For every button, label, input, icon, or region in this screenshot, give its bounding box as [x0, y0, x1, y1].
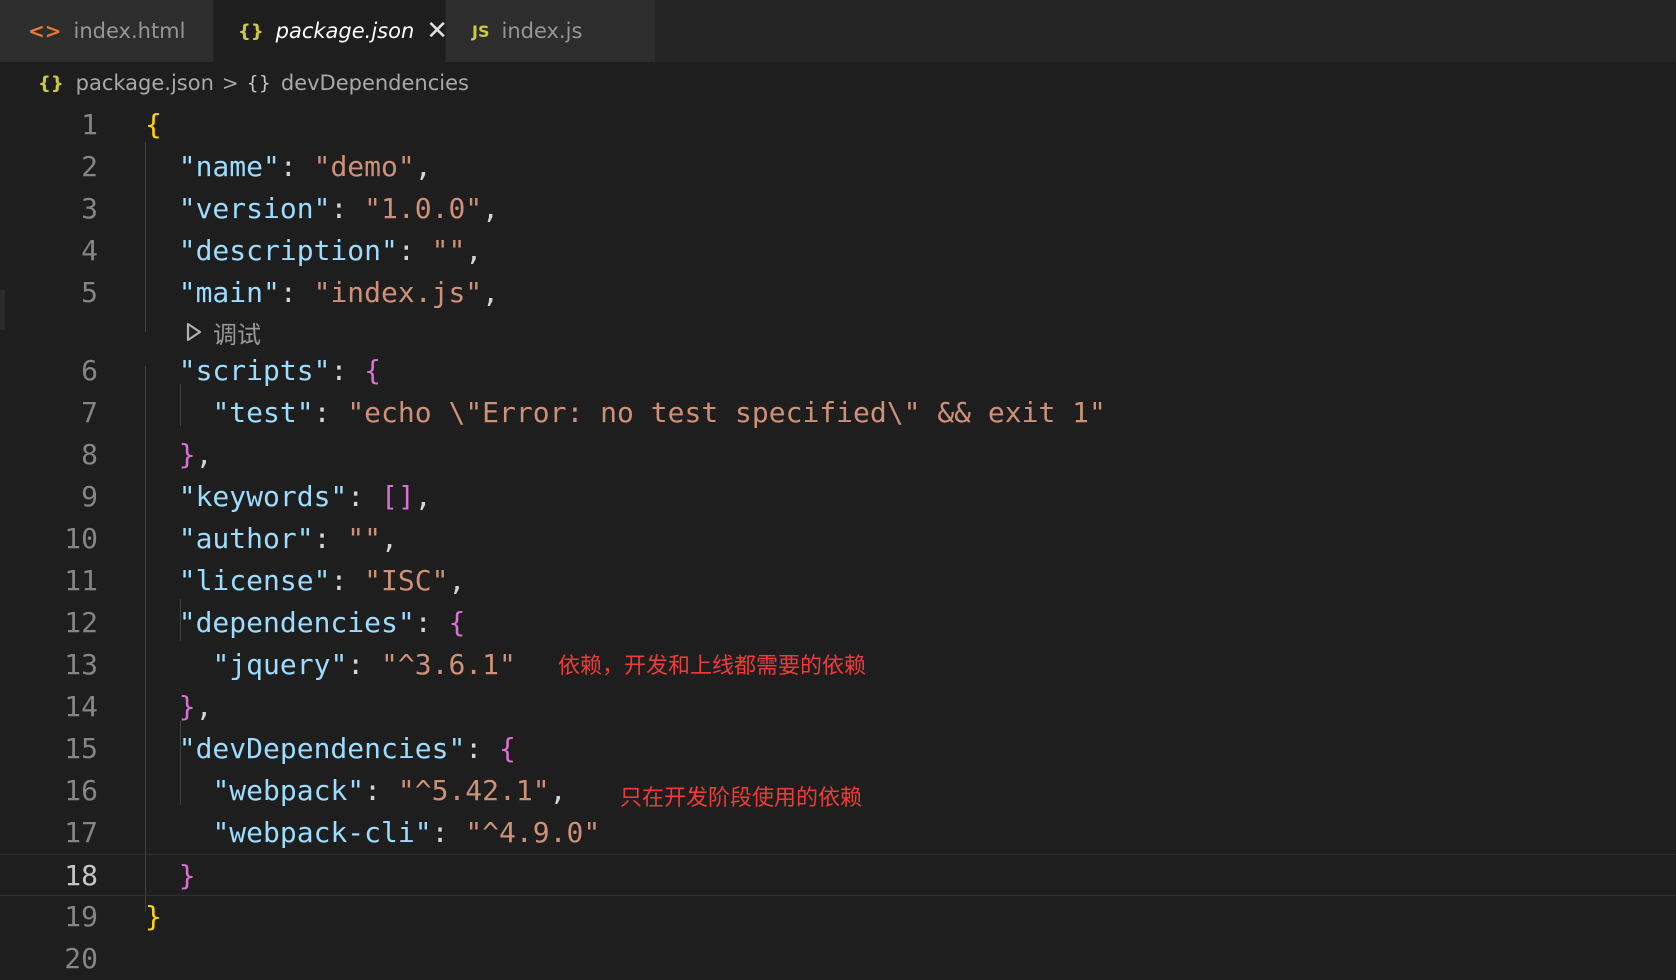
breadcrumb-symbol[interactable]: {} devDependencies	[247, 71, 469, 95]
line-number: 1	[81, 108, 98, 141]
code-line: 11 "license": "ISC",	[0, 560, 1676, 602]
chevron-right-icon: >	[221, 71, 239, 95]
code-line: 3 "version": "1.0.0",	[0, 188, 1676, 230]
line-number: 13	[64, 648, 98, 681]
code-line: 14 },	[0, 686, 1676, 728]
tab-index-js[interactable]: JS index.js	[446, 0, 656, 62]
line-number: 15	[64, 732, 98, 765]
tab-label: package.json	[275, 19, 415, 43]
code-text: "version": "1.0.0",	[178, 192, 500, 225]
tab-package-json[interactable]: {} package.json ✕	[214, 0, 448, 62]
code-text: "license": "ISC",	[178, 564, 466, 597]
line-number: 5	[81, 276, 98, 309]
line-number: 16	[64, 774, 98, 807]
code-line: 1 {	[0, 104, 1676, 146]
json-file-icon: {}	[38, 72, 64, 94]
line-number: 2	[81, 150, 98, 183]
line-number: 14	[64, 690, 98, 723]
line-number: 8	[81, 438, 98, 471]
object-symbol-icon: {}	[246, 72, 271, 94]
code-line: 17 "webpack-cli": "^4.9.0"	[0, 812, 1676, 854]
code-text: },	[178, 690, 213, 723]
code-text: "test": "echo \"Error: no test specified…	[212, 396, 1106, 429]
code-text: "author": "",	[178, 522, 398, 555]
tab-index-html[interactable]: <> index.html	[0, 0, 214, 62]
code-line: 20	[0, 938, 1676, 980]
tab-label: index.html	[73, 19, 186, 43]
codelens-label: 调试	[213, 320, 261, 349]
line-number: 6	[81, 354, 98, 387]
line-number: 17	[64, 816, 98, 849]
code-text: "jquery": "^3.6.1"	[212, 648, 516, 681]
code-line: 9 "keywords": [],	[0, 476, 1676, 518]
code-text: {	[145, 108, 162, 141]
line-number: 19	[64, 900, 98, 933]
code-text: "webpack": "^5.42.1",	[212, 774, 567, 807]
code-line-current: 18 }	[0, 854, 1676, 896]
code-text: "dependencies": {	[178, 606, 466, 639]
debug-codelens[interactable]: 调试	[185, 314, 261, 350]
line-number: 9	[81, 480, 98, 513]
close-icon[interactable]: ✕	[426, 18, 448, 44]
breadcrumb: {} package.json > {} devDependencies	[0, 62, 1676, 104]
code-text: },	[178, 438, 213, 471]
code-text: "devDependencies": {	[178, 732, 516, 765]
line-number: 11	[64, 564, 98, 597]
devdependencies-annotation: 只在开发阶段使用的依赖	[620, 786, 863, 811]
line-number: 4	[81, 234, 98, 267]
code-text: "scripts": {	[178, 354, 382, 387]
code-editor[interactable]: 1 { 2 "name": "demo", 3 "version": "1.0.…	[0, 104, 1676, 975]
tab-label: index.js	[501, 19, 583, 43]
line-number: 10	[64, 522, 98, 555]
code-text: "name": "demo",	[178, 150, 432, 183]
code-text: "keywords": [],	[178, 480, 432, 513]
code-text: }	[178, 859, 196, 892]
line-number: 12	[64, 606, 98, 639]
line-number: 20	[64, 942, 98, 975]
line-number: 3	[81, 192, 98, 225]
js-file-icon: JS	[472, 21, 490, 41]
breadcrumb-file[interactable]: {} package.json	[38, 71, 214, 95]
code-line: 6 "scripts": {	[0, 350, 1676, 392]
debug-play-icon	[186, 322, 202, 342]
json-file-icon: {}	[238, 20, 264, 42]
breadcrumb-symbol-label: devDependencies	[280, 71, 469, 95]
editor-tab-bar: <> index.html {} package.json ✕ JS index…	[0, 0, 1676, 62]
code-line: 5 "main": "index.js",	[0, 272, 1676, 314]
dependencies-annotation: 依赖，开发和上线都需要的依赖	[558, 654, 867, 679]
code-line: 15 "devDependencies": {	[0, 728, 1676, 770]
code-line: 4 "description": "",	[0, 230, 1676, 272]
line-number: 18	[64, 859, 98, 892]
code-text: }	[145, 900, 162, 933]
line-number: 7	[81, 396, 98, 429]
code-line: 12 "dependencies": {	[0, 602, 1676, 644]
html-file-icon: <>	[28, 19, 62, 43]
code-line: 7 "test": "echo \"Error: no test specifi…	[0, 392, 1676, 434]
code-line: 19 }	[0, 896, 1676, 938]
code-line: 2 "name": "demo",	[0, 146, 1676, 188]
code-line: 8 },	[0, 434, 1676, 476]
codelens-row: 调试	[0, 314, 1676, 350]
code-line: 10 "author": "",	[0, 518, 1676, 560]
code-text: "webpack-cli": "^4.9.0"	[212, 816, 601, 849]
code-text: "description": "",	[178, 234, 483, 267]
code-text: "main": "index.js",	[178, 276, 500, 309]
breadcrumb-file-label: package.json	[75, 71, 214, 95]
